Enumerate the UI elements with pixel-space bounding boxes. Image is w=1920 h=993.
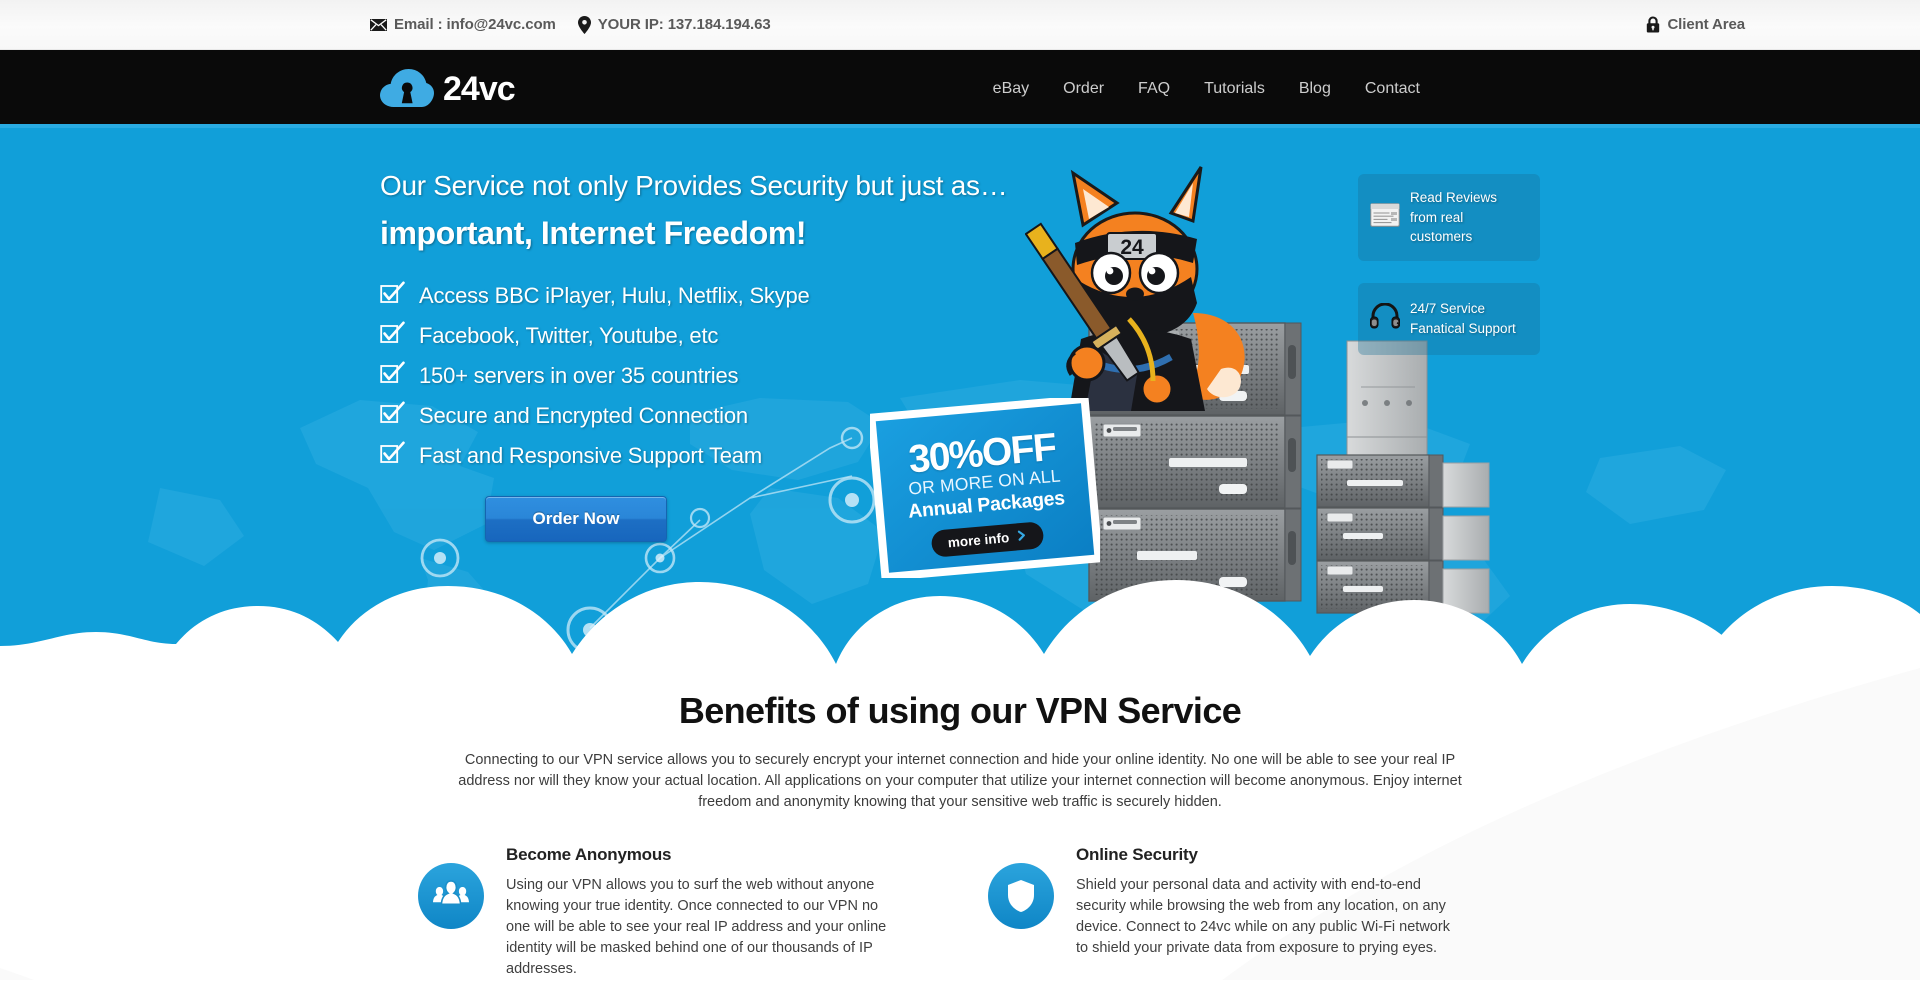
lock-icon	[1646, 16, 1660, 33]
support-line2: Fanatical Support	[1410, 320, 1516, 336]
order-now-button[interactable]: Order Now	[485, 496, 667, 542]
feature-row: Access BBC iPlayer, Hulu, Netflix, Skype	[380, 276, 1020, 316]
utility-top-bar: Email : info@24vc.com YOUR IP: 137.184.1…	[0, 0, 1920, 50]
nav-item-ebay[interactable]: eBay	[993, 80, 1029, 98]
logo-text: 24vc	[443, 70, 516, 108]
hero-copy: Our Service not only Provides Security b…	[380, 170, 1020, 542]
read-reviews-box[interactable]: Read Reviews from real customers	[1358, 174, 1540, 261]
nav-item-faq[interactable]: FAQ	[1138, 80, 1170, 98]
client-area-link[interactable]: Client Area	[1646, 16, 1745, 33]
hero-headline-line2: important, Internet Freedom!	[380, 215, 807, 251]
feature-label: Fast and Responsive Support Team	[419, 443, 762, 468]
svg-text:24: 24	[1120, 236, 1144, 259]
nav-item-blog[interactable]: Blog	[1299, 80, 1331, 98]
feature-row: Fast and Responsive Support Team	[380, 436, 1020, 476]
page-title: Benefits of using our VPN Service	[678, 690, 1242, 731]
email-info: Email : info@24vc.com	[370, 16, 556, 33]
card-text: Shield your personal data and activity w…	[1076, 877, 1450, 957]
hero-feature-list: Access BBC iPlayer, Hulu, Netflix, Skype…	[380, 276, 1020, 476]
benefits-section: Benefits of using our VPN Service Connec…	[0, 668, 1920, 980]
nav-item-tutorials[interactable]: Tutorials	[1204, 80, 1265, 98]
feature-label: 150+ servers in over 35 countries	[419, 363, 739, 388]
site-header: 24vc eBay Order FAQ Tutorials Blog Conta…	[0, 50, 1920, 128]
location-pin-icon	[577, 15, 591, 34]
checkmark-icon	[380, 441, 405, 471]
review-card-icon	[1370, 203, 1400, 232]
hero-side-boxes: Read Reviews from real customers 24/7 Se…	[1358, 174, 1540, 355]
feature-row: 150+ servers in over 35 countries	[380, 356, 1020, 396]
headset-icon	[1370, 302, 1402, 334]
benefit-card-become-anonymous: Become Anonymous Using our VPN allows yo…	[418, 845, 888, 979]
ip-info: YOUR IP: 137.184.194.63	[577, 15, 771, 34]
nav-item-order[interactable]: Order	[1063, 80, 1104, 98]
card-title: Online Security	[1076, 845, 1198, 865]
read-reviews-line1: Read Reviews	[1410, 190, 1498, 205]
hero-section: 24 30%OFF OR MORE ON ALL Annual Packages…	[0, 128, 1920, 668]
client-area-label: Client Area	[1667, 16, 1745, 33]
main-navigation: eBay Order FAQ Tutorials Blog Contact	[993, 80, 1420, 98]
checkmark-icon	[380, 361, 405, 391]
email-label: Email : info@24vc.com	[394, 16, 556, 33]
read-reviews-line2: from real customers	[1410, 209, 1473, 245]
benefits-paragraph: Connecting to our VPN service allows you…	[458, 752, 1462, 811]
support-line1: 24/7 Service	[1410, 301, 1486, 317]
ninja-fox-mascot: 24	[1025, 166, 1245, 411]
checkmark-icon	[380, 321, 405, 351]
cloud-keyhole-icon	[380, 69, 434, 109]
feature-label: Facebook, Twitter, Youtube, etc	[419, 323, 719, 348]
nav-item-contact[interactable]: Contact	[1365, 80, 1420, 98]
users-group-icon	[418, 863, 484, 930]
feature-row: Secure and Encrypted Connection	[380, 396, 1020, 436]
card-title: Become Anonymous	[506, 845, 672, 865]
card-text: Using our VPN allows you to surf the web…	[506, 877, 887, 977]
shield-icon	[988, 863, 1054, 930]
mail-icon	[370, 18, 387, 31]
hero-headline-line1: Our Service not only Provides Security b…	[380, 170, 1008, 201]
checkmark-icon	[380, 281, 405, 311]
feature-row: Facebook, Twitter, Youtube, etc	[380, 316, 1020, 356]
benefit-cards: Become Anonymous Using our VPN allows yo…	[370, 845, 1550, 979]
feature-label: Access BBC iPlayer, Hulu, Netflix, Skype	[419, 283, 810, 308]
ip-label: YOUR IP: 137.184.194.63	[597, 16, 771, 33]
checkmark-icon	[380, 401, 405, 431]
feature-label: Secure and Encrypted Connection	[419, 403, 748, 428]
site-logo[interactable]: 24vc	[380, 69, 516, 109]
support-box[interactable]: 24/7 Service Fanatical Support	[1358, 282, 1540, 355]
benefit-card-online-security: Online Security Shield your personal dat…	[988, 845, 1458, 979]
